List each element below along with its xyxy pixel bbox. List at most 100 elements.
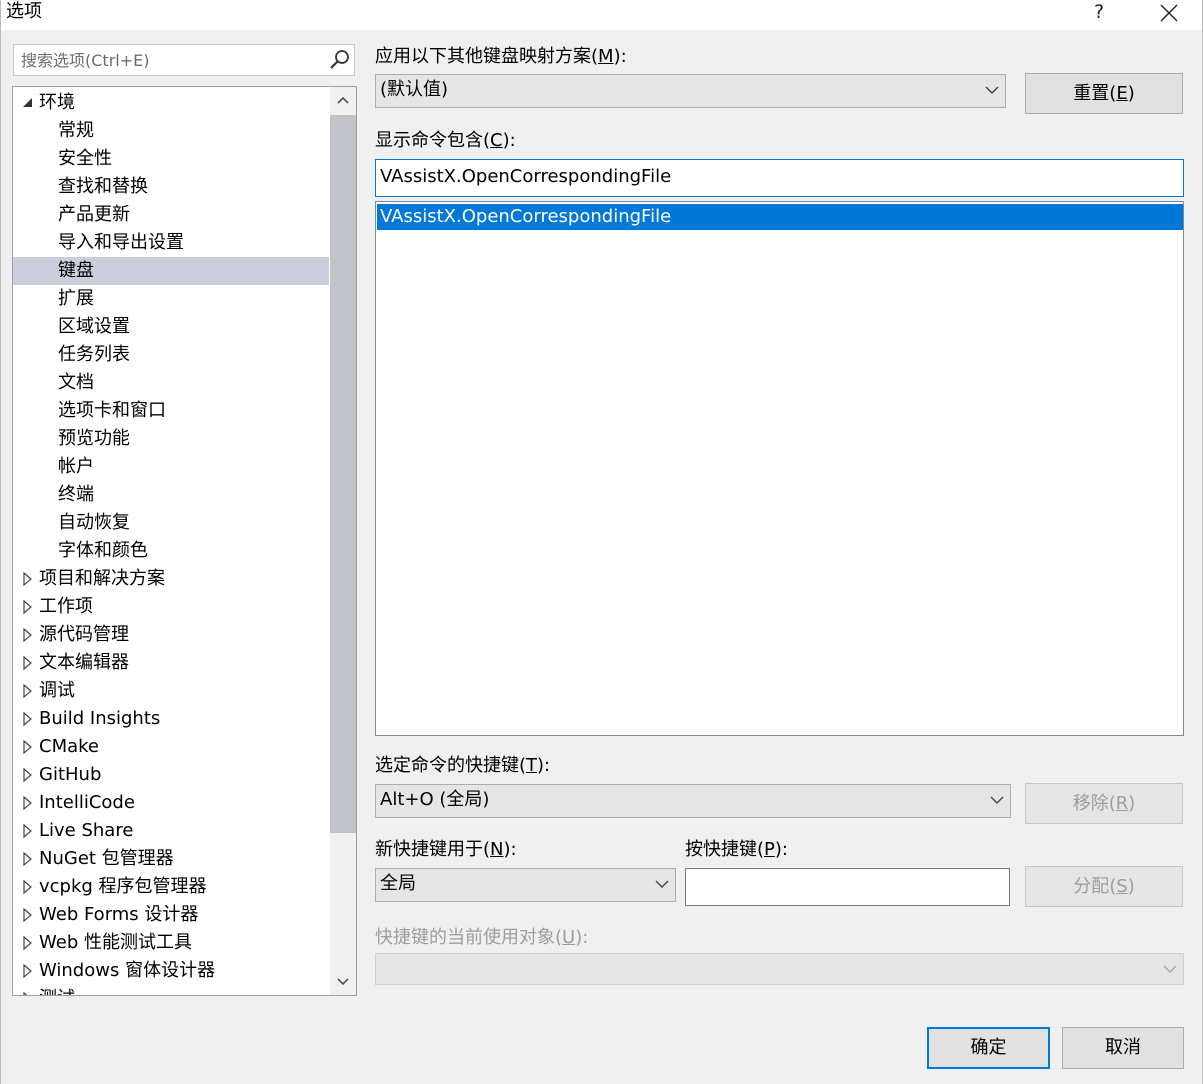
tree-item[interactable]: 扩展 [13, 285, 329, 313]
collapsed-triangle-icon[interactable] [21, 873, 35, 901]
collapsed-triangle-icon[interactable] [21, 957, 35, 985]
tree-item-label: 预览功能 [58, 428, 130, 449]
tree-item[interactable]: 选项卡和窗口 [13, 397, 329, 425]
tree-item[interactable]: 工作项 [13, 593, 329, 621]
collapsed-triangle-icon[interactable] [21, 789, 35, 817]
list-item-selected[interactable]: VAssistX.OpenCorrespondingFile [377, 204, 1183, 230]
scroll-up-icon[interactable] [330, 87, 356, 113]
close-button[interactable] [1154, 0, 1184, 26]
tree-item-label: 区域设置 [58, 316, 130, 337]
collapsed-triangle-icon[interactable] [21, 649, 35, 677]
tree-item[interactable]: GitHub [13, 761, 329, 789]
tree-item-label: CMake [39, 736, 99, 757]
press-shortcut-label: 按快捷键(P): [685, 839, 788, 860]
tree-item[interactable]: Build Insights [13, 705, 329, 733]
tree-item[interactable]: 文档 [13, 369, 329, 397]
help-button[interactable]: ? [1086, 0, 1112, 26]
tree-item[interactable]: IntelliCode [13, 789, 329, 817]
new-shortcut-scope-value: 全局 [380, 873, 416, 894]
tree-item[interactable]: 自动恢复 [13, 509, 329, 537]
tree-item[interactable]: 测试 [13, 985, 329, 995]
collapsed-triangle-icon[interactable] [21, 845, 35, 873]
tree-item[interactable]: 字体和颜色 [13, 537, 329, 565]
collapsed-triangle-icon[interactable] [21, 621, 35, 649]
tree-item-label: 工作项 [39, 596, 93, 617]
tree-item[interactable]: 预览功能 [13, 425, 329, 453]
tree-item[interactable]: 源代码管理 [13, 621, 329, 649]
tree-scrollbar[interactable] [330, 87, 356, 995]
new-shortcut-scope-select[interactable]: 全局 [375, 868, 676, 902]
commands-list[interactable]: VAssistX.OpenCorrespondingFile [375, 201, 1184, 736]
tree-item-label: Live Share [39, 820, 134, 841]
tree-item-label: 帐户 [58, 456, 94, 477]
collapsed-triangle-icon[interactable] [21, 733, 35, 761]
scroll-down-icon[interactable] [330, 969, 356, 995]
chevron-down-icon [1163, 965, 1177, 973]
collapsed-triangle-icon[interactable] [21, 985, 35, 995]
reset-button[interactable]: 重置(E) [1025, 73, 1183, 114]
tree-item-label: Web 性能测试工具 [39, 932, 192, 953]
current-use-select[interactable] [375, 953, 1184, 985]
tree-item-label: 字体和颜色 [58, 540, 148, 561]
tree-item-label: 查找和替换 [58, 176, 148, 197]
collapsed-triangle-icon[interactable] [21, 761, 35, 789]
tree-item[interactable]: 查找和替换 [13, 173, 329, 201]
tree-item[interactable]: 键盘 [13, 257, 329, 285]
tree-item[interactable]: 调试 [13, 677, 329, 705]
collapsed-triangle-icon[interactable] [21, 705, 35, 733]
shortcuts-select[interactable]: Alt+O (全局) [375, 784, 1011, 818]
ok-button[interactable]: 确定 [927, 1027, 1050, 1069]
options-tree[interactable]: 环境 常规安全性查找和替换产品更新导入和导出设置键盘扩展区域设置任务列表文档 选项卡… [12, 86, 357, 996]
tree-item-label: 文本编辑器 [39, 652, 129, 673]
collapsed-triangle-icon[interactable] [21, 565, 35, 593]
assign-button[interactable]: 分配(S) [1025, 866, 1183, 907]
tree-item[interactable]: NuGet 包管理器 [13, 845, 329, 873]
tree-item[interactable]: 区域设置 [13, 313, 329, 341]
collapsed-triangle-icon[interactable] [21, 677, 35, 705]
tree-item[interactable]: 产品更新 [13, 201, 329, 229]
tree-item-label: 任务列表 [58, 344, 130, 365]
tree-item[interactable]: 安全性 [13, 145, 329, 173]
tree-item[interactable]: 终端 [13, 481, 329, 509]
tree-item[interactable]: Live Share [13, 817, 329, 845]
search-icon[interactable] [328, 48, 352, 72]
press-shortcut-input[interactable] [685, 868, 1010, 906]
tree-item[interactable]: Windows 窗体设计器 [13, 957, 329, 985]
tree-item-label: 键盘 [58, 260, 94, 281]
tree-item[interactable]: 文本编辑器 [13, 649, 329, 677]
tree-item-label: GitHub [39, 764, 102, 785]
collapsed-triangle-icon[interactable] [21, 817, 35, 845]
tree-item-label: 自动恢复 [58, 512, 130, 533]
search-placeholder: 搜索选项(Ctrl+E) [21, 51, 150, 70]
remove-button[interactable]: 移除(R) [1025, 783, 1183, 824]
tree-item[interactable]: 导入和导出设置 [13, 229, 329, 257]
tree-item[interactable]: vcpkg 程序包管理器 [13, 873, 329, 901]
tree-item-label: NuGet 包管理器 [39, 848, 174, 869]
tree-item[interactable]: Web 性能测试工具 [13, 929, 329, 957]
tree-item-label: 产品更新 [58, 204, 130, 225]
scroll-thumb[interactable] [330, 115, 356, 833]
collapsed-triangle-icon[interactable] [21, 593, 35, 621]
tree-item-label: Web Forms 设计器 [39, 904, 199, 925]
collapsed-triangle-icon[interactable] [21, 929, 35, 957]
tree-item[interactable]: 环境 [13, 89, 329, 117]
chevron-down-icon [985, 86, 999, 94]
tree-item[interactable]: CMake [13, 733, 329, 761]
tree-item-label: 安全性 [58, 148, 112, 169]
mapping-scheme-value: (默认值) [380, 79, 449, 100]
cancel-button[interactable]: 取消 [1062, 1027, 1184, 1069]
tree-item[interactable]: 项目和解决方案 [13, 565, 329, 593]
tree-item-label: 扩展 [58, 288, 94, 309]
mapping-scheme-label: 应用以下其他键盘映射方案(M): [375, 46, 627, 67]
search-input[interactable]: 搜索选项(Ctrl+E) [13, 44, 355, 76]
expanded-triangle-icon[interactable] [21, 89, 35, 117]
tree-item-label: 终端 [58, 484, 94, 505]
tree-item[interactable]: 常规 [13, 117, 329, 145]
tree-item[interactable]: 任务列表 [13, 341, 329, 369]
commands-filter-input[interactable]: VAssistX.OpenCorrespondingFile [375, 159, 1184, 197]
chevron-down-icon [990, 796, 1004, 804]
tree-item[interactable]: 帐户 [13, 453, 329, 481]
collapsed-triangle-icon[interactable] [21, 901, 35, 929]
tree-item[interactable]: Web Forms 设计器 [13, 901, 329, 929]
mapping-scheme-select[interactable]: (默认值) [375, 74, 1006, 108]
